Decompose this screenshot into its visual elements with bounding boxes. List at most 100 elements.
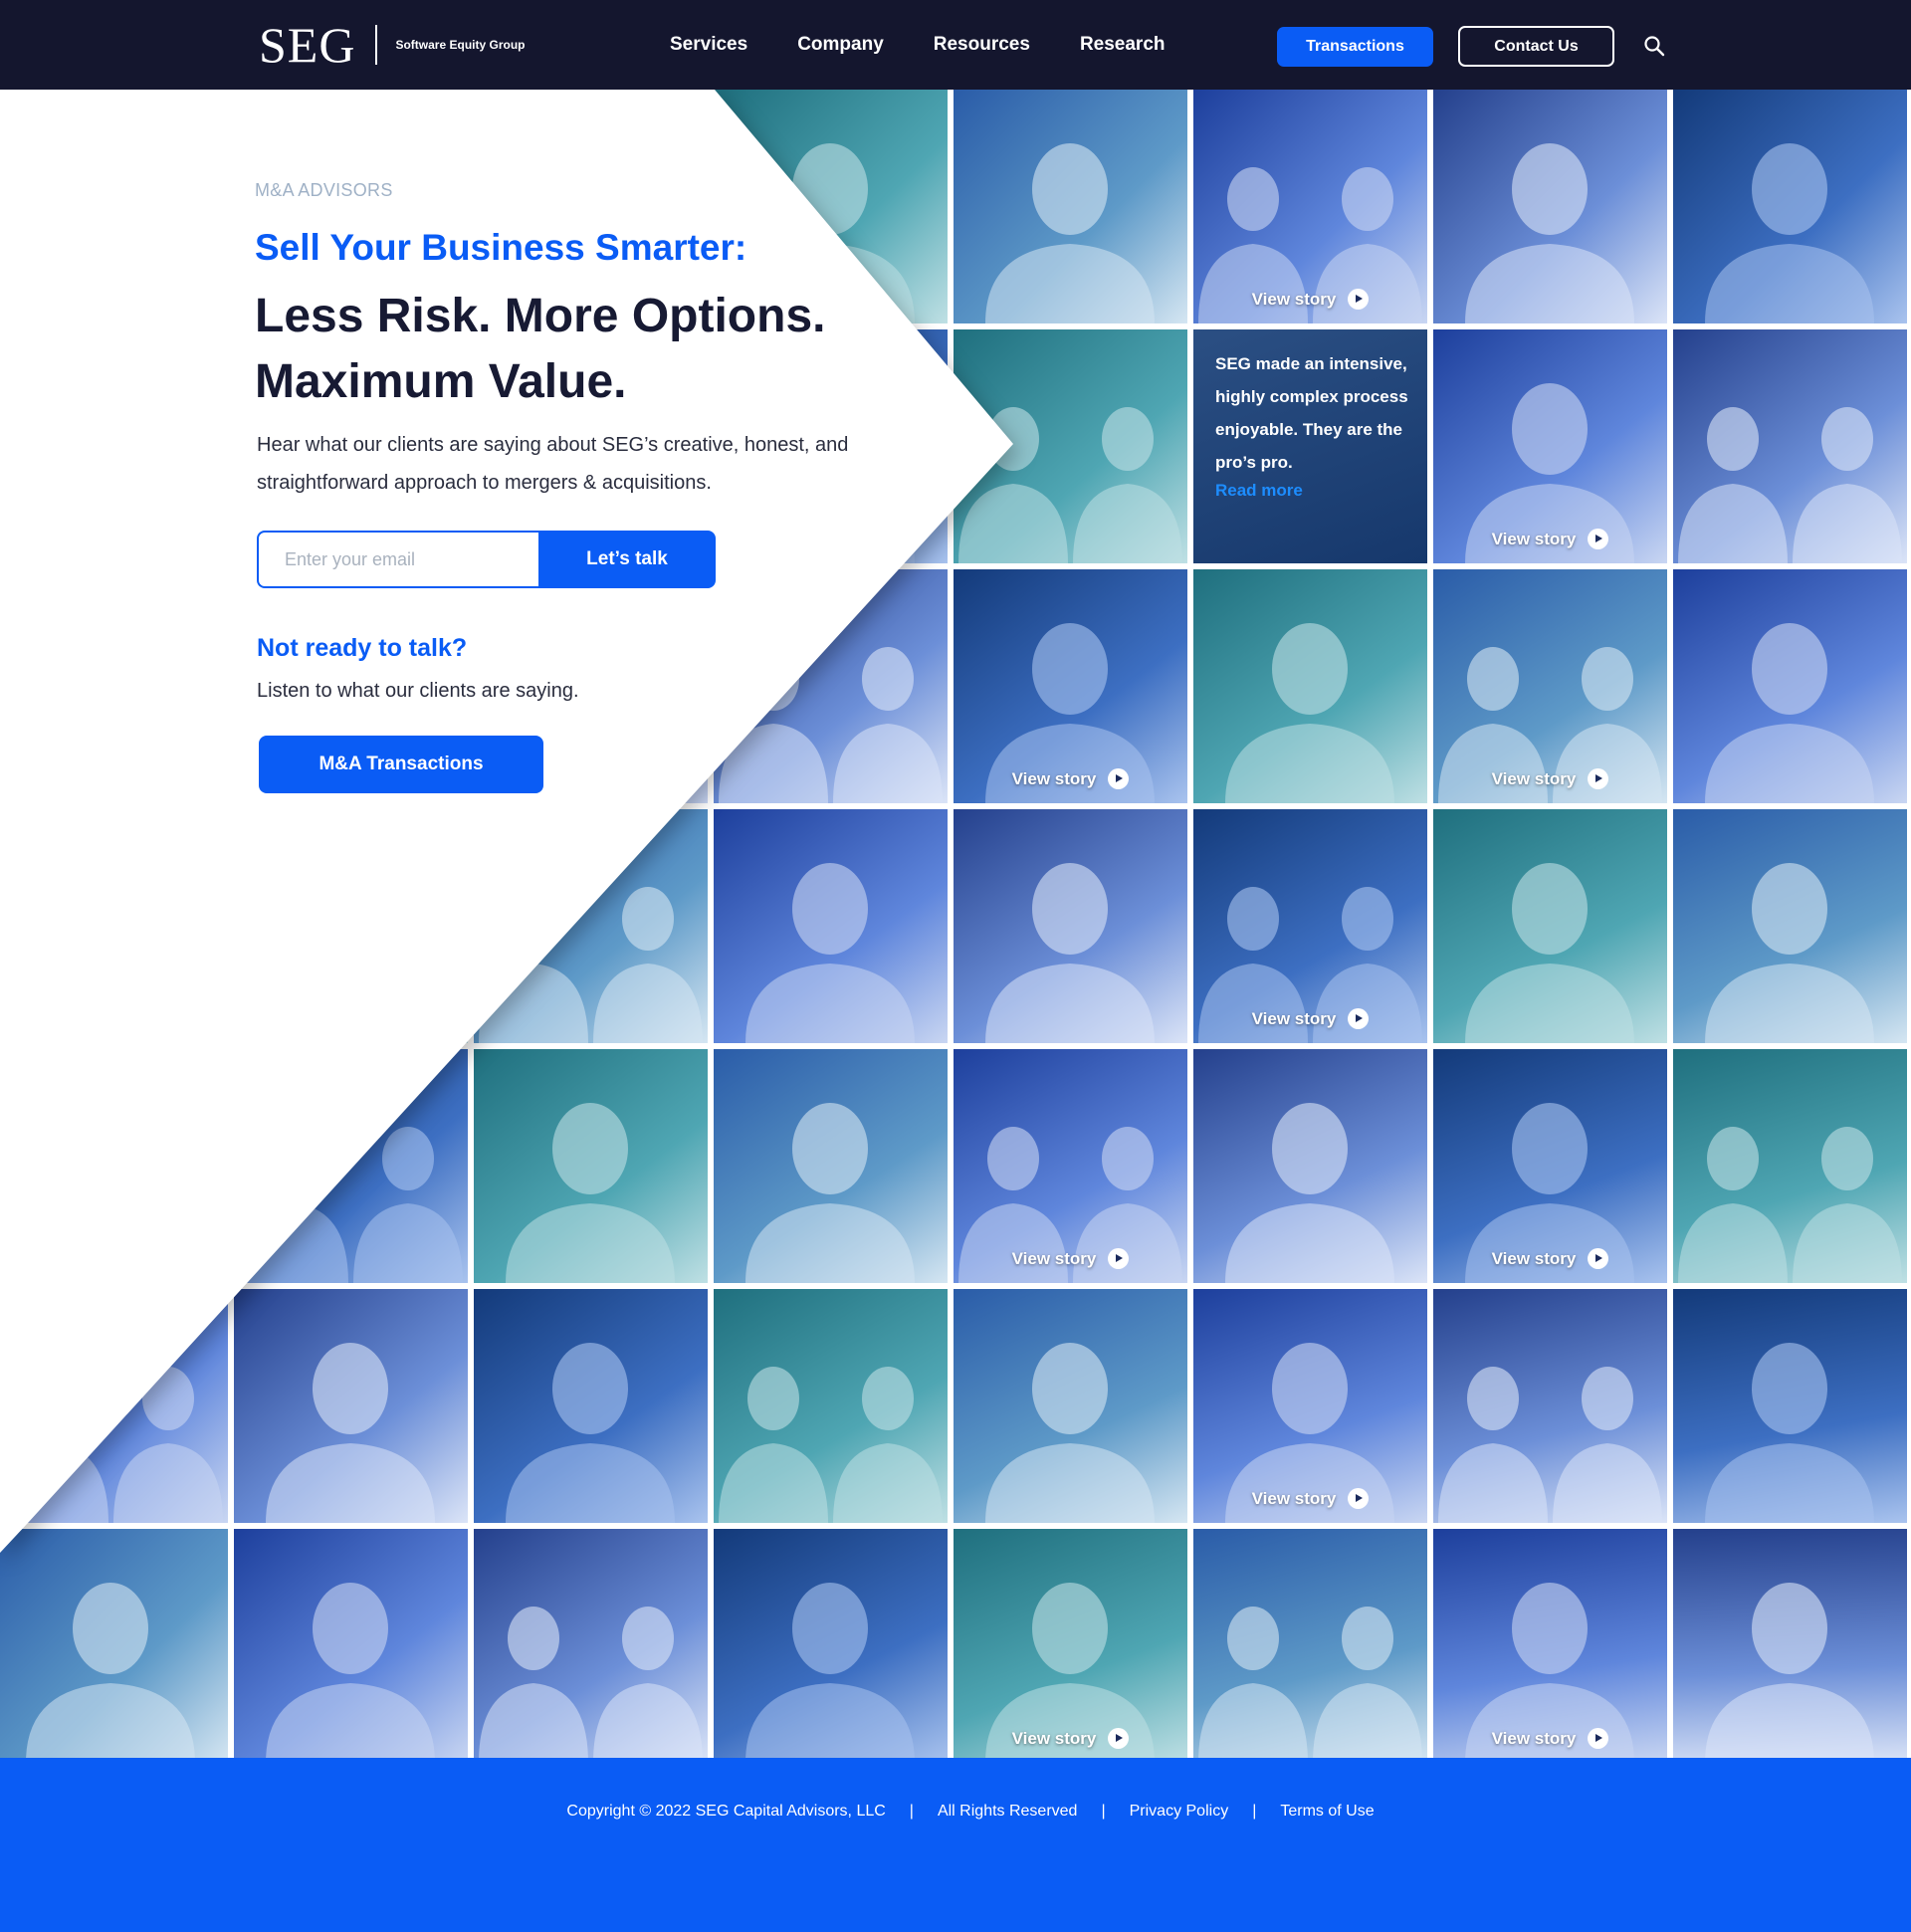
nav-item-services[interactable]: Services (670, 34, 747, 56)
view-story-label: View story (1491, 529, 1577, 548)
client-portrait-icon (985, 1343, 1155, 1523)
client-portrait-icon (266, 1583, 435, 1758)
client-portrait-icon (745, 1583, 915, 1758)
client-photo-tile (1673, 1049, 1907, 1283)
view-story-link[interactable]: View story (1433, 1248, 1667, 1269)
read-more-link[interactable]: Read more (1215, 481, 1303, 501)
not-ready-heading: Not ready to talk? (257, 634, 468, 662)
client-photo-tile (1193, 1529, 1427, 1758)
play-circle-icon[interactable] (1108, 1728, 1130, 1749)
hero-title-highlight: Sell Your Business Smarter: (255, 227, 747, 268)
view-story-link[interactable]: View story (1193, 289, 1427, 310)
site-header: SEG Software Equity Group Services Compa… (0, 0, 1911, 90)
client-portrait-icon (26, 1103, 195, 1283)
view-story-link[interactable]: View story (1193, 1488, 1427, 1509)
transactions-button[interactable]: Transactions (1277, 27, 1433, 67)
site-footer: Copyright © 2022 SEG Capital Advisors, L… (0, 1758, 1911, 1932)
email-input[interactable] (257, 531, 538, 588)
client-portrait-icon (1225, 623, 1394, 803)
client-portrait-icon (1198, 1607, 1422, 1758)
nav-item-resources[interactable]: Resources (934, 34, 1030, 56)
view-story-label: View story (1491, 768, 1577, 788)
privacy-policy-link[interactable]: Privacy Policy (1130, 1803, 1229, 1821)
client-photo-tile (474, 1289, 708, 1523)
client-photo-tile[interactable]: View story (1193, 1289, 1427, 1523)
view-story-label: View story (1251, 1008, 1337, 1028)
client-photo-tile[interactable]: View story (1193, 90, 1427, 323)
client-portrait-icon (266, 1343, 435, 1523)
hero-title: Less Risk. More Options. Maximum Value. (255, 284, 952, 415)
client-photo-tile[interactable]: View story (1433, 1049, 1667, 1283)
play-circle-icon[interactable] (1348, 1008, 1370, 1029)
client-photo-tile[interactable]: View story (1433, 1529, 1667, 1758)
footer-separator: | (1252, 1803, 1257, 1820)
nav-item-company[interactable]: Company (797, 34, 884, 56)
hero-eyebrow: M&A ADVISORS (255, 180, 393, 200)
client-photo-tile (234, 1289, 468, 1523)
hero-title-line-1: Less Risk. More Options. (255, 290, 826, 342)
client-photo-tile (1433, 90, 1667, 323)
view-story-label: View story (1011, 768, 1097, 788)
testimonial-quote: SEG made an intensive, highly complex pr… (1215, 354, 1408, 472)
client-portrait-icon (1705, 1343, 1874, 1523)
client-photo-tile (714, 1049, 948, 1283)
testimonial-quote-tile[interactable]: SEG made an intensive, highly complex pr… (1193, 329, 1427, 563)
hero-title-line-2: Maximum Value. (255, 355, 627, 408)
logo-subtitle: Software Equity Group (395, 38, 526, 52)
client-photo-tile[interactable]: View story (1433, 329, 1667, 563)
play-circle-icon[interactable] (1588, 529, 1609, 549)
view-story-label: View story (1491, 1728, 1577, 1748)
client-photo-tile (1673, 1529, 1907, 1758)
client-photo-tile (1193, 569, 1427, 803)
view-story-link[interactable]: View story (1433, 529, 1667, 549)
client-portrait-icon (239, 1127, 463, 1283)
logo-divider (375, 25, 378, 65)
nav-item-research[interactable]: Research (1080, 34, 1166, 56)
lets-talk-button[interactable]: Let’s talk (538, 531, 716, 588)
view-story-label: View story (1491, 1248, 1577, 1268)
view-story-label: View story (1011, 1728, 1097, 1748)
view-story-link[interactable]: View story (1193, 1008, 1427, 1029)
client-portrait-icon (479, 1607, 703, 1758)
client-photo-tile[interactable]: View story (954, 1049, 1187, 1283)
search-icon[interactable] (1642, 34, 1666, 58)
client-portrait-icon (1705, 1583, 1874, 1758)
play-circle-icon[interactable] (1348, 1488, 1370, 1509)
view-story-link[interactable]: View story (954, 1248, 1187, 1269)
footer-links: Copyright © 2022 SEG Capital Advisors, L… (0, 1803, 1911, 1821)
client-photo-tile (1673, 1289, 1907, 1523)
view-story-link[interactable]: View story (1433, 1728, 1667, 1749)
play-circle-icon[interactable] (1348, 289, 1370, 310)
view-story-link[interactable]: View story (954, 1728, 1187, 1749)
view-story-label: View story (1011, 1248, 1097, 1268)
play-circle-icon[interactable] (1108, 1248, 1130, 1269)
client-photo-tile (474, 1529, 708, 1758)
client-photo-tile (1673, 569, 1907, 803)
client-photo-tile (954, 1289, 1187, 1523)
play-circle-icon[interactable] (1588, 1728, 1609, 1749)
play-circle-icon[interactable] (1588, 768, 1609, 789)
view-story-link[interactable]: View story (1433, 768, 1667, 789)
contact-us-button[interactable]: Contact Us (1458, 26, 1614, 67)
client-portrait-icon (1225, 1103, 1394, 1283)
client-photo-tile[interactable]: View story (1433, 569, 1667, 803)
client-portrait-icon (1465, 1583, 1634, 1758)
client-photo-tile (234, 1529, 468, 1758)
seg-logo[interactable]: SEG Software Equity Group (259, 18, 525, 72)
client-photo-tile[interactable]: View story (954, 1529, 1187, 1758)
client-photo-tile (1193, 1049, 1427, 1283)
footer-copyright: Copyright © 2022 SEG Capital Advisors, L… (566, 1803, 886, 1820)
client-photo-tile[interactable]: View story (1193, 809, 1427, 1043)
client-portrait-icon (1465, 143, 1634, 323)
client-portrait-icon (1465, 863, 1634, 1043)
play-circle-icon[interactable] (1108, 768, 1130, 789)
terms-of-use-link[interactable]: Terms of Use (1280, 1803, 1374, 1821)
play-circle-icon[interactable] (1588, 1248, 1609, 1269)
view-story-label: View story (1251, 1488, 1337, 1508)
ma-transactions-button[interactable]: M&A Transactions (259, 736, 543, 793)
client-photo-tile (1673, 809, 1907, 1043)
footer-rights: All Rights Reserved (937, 1803, 1078, 1820)
client-portrait-icon (745, 1103, 915, 1283)
client-photo-tile (234, 1049, 468, 1283)
client-portrait-icon (1705, 143, 1874, 323)
